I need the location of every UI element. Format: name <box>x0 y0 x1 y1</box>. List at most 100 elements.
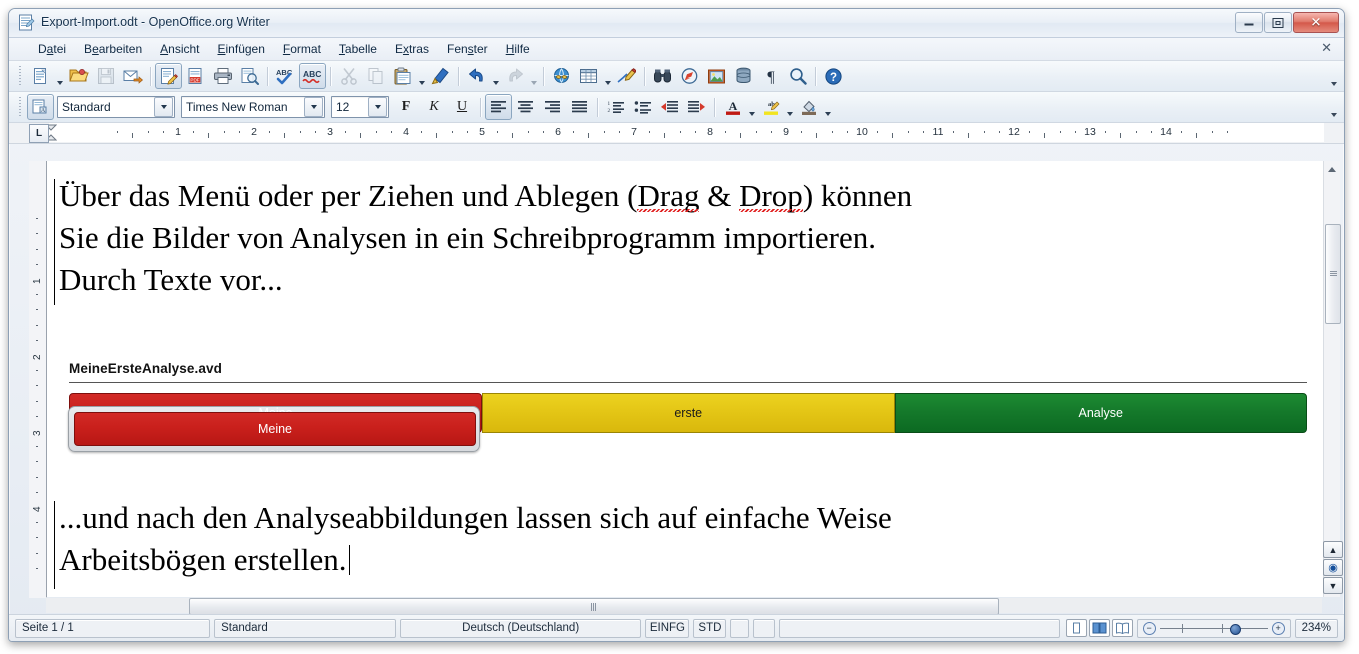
data-sources-button[interactable] <box>730 63 757 89</box>
menu-hilfe[interactable]: Hilfe <box>497 40 539 58</box>
segment-erste[interactable]: erste <box>482 393 895 433</box>
analysis-object[interactable]: MeineErsteAnalyse.avd Meine erste Analys… <box>68 361 1307 452</box>
segment-meine-selected[interactable]: Meine <box>74 412 476 446</box>
status-section[interactable] <box>779 618 1060 638</box>
underline-button[interactable]: U <box>448 94 476 120</box>
document-area[interactable]: Über das Menü oder per Ziehen und Ablege… <box>46 161 1324 597</box>
vertical-scrollbar[interactable] <box>1323 161 1341 597</box>
open-button[interactable] <box>65 63 92 89</box>
bullet-list-button[interactable] <box>629 94 656 120</box>
menu-extras[interactable]: Extras <box>386 40 438 58</box>
menu-bearbeiten[interactable]: Bearbeiten <box>75 40 151 58</box>
highlighting-button[interactable]: ab <box>757 94 784 120</box>
edit-file-button[interactable] <box>155 63 182 89</box>
autospellcheck-button[interactable]: ABC <box>299 63 326 89</box>
paste-button[interactable] <box>389 63 416 89</box>
vertical-ruler[interactable]: 1 2 3 4 <box>29 161 47 598</box>
zoom-slider-control[interactable]: − + <box>1136 618 1291 638</box>
horizontal-ruler[interactable]: 1 2 3 4 5 6 7 8 9 10 11 12 13 14 <box>49 123 1324 142</box>
align-center-button[interactable] <box>512 94 539 120</box>
zoom-slider-knob[interactable] <box>1229 623 1241 635</box>
status-zoom-level[interactable]: 234% <box>1294 618 1338 638</box>
background-color-dropdown[interactable] <box>822 92 833 122</box>
new-document-dropdown[interactable] <box>54 61 65 91</box>
close-button[interactable]: ✕ <box>1293 12 1339 33</box>
next-page-button[interactable]: ▼ <box>1323 577 1343 594</box>
menu-fenster[interactable]: Fenster <box>438 40 497 58</box>
font-name-dropdown-arrow[interactable] <box>304 97 323 117</box>
font-name-combo[interactable]: Times New Roman <box>181 96 325 118</box>
status-style[interactable]: Standard <box>214 618 396 638</box>
segment-analyse[interactable]: Analyse <box>894 393 1307 433</box>
print-button[interactable] <box>209 63 236 89</box>
vertical-scroll-thumb[interactable] <box>1325 224 1341 324</box>
status-selection-mode[interactable]: STD <box>693 618 727 638</box>
document-page[interactable]: Über das Menü oder per Ziehen und Ablege… <box>46 161 1324 597</box>
minimize-button[interactable] <box>1235 12 1263 33</box>
font-size-dropdown-arrow[interactable] <box>368 97 387 117</box>
horizontal-scroll-thumb[interactable] <box>189 598 999 615</box>
paragraph-style-button[interactable]: A <box>27 94 54 120</box>
formatting-toolbar-overflow[interactable] <box>1328 95 1340 121</box>
save-button[interactable] <box>92 63 119 89</box>
multi-page-view-button[interactable] <box>1088 619 1110 637</box>
status-language[interactable]: Deutsch (Deutschland) <box>399 618 642 638</box>
draw-functions-button[interactable] <box>613 63 640 89</box>
paragraph-style-combo[interactable]: Standard <box>57 96 175 118</box>
zoom-track[interactable] <box>1159 623 1268 635</box>
cut-button[interactable] <box>335 63 362 89</box>
find-replace-button[interactable] <box>649 63 676 89</box>
restore-button[interactable] <box>1264 12 1292 33</box>
menu-datei[interactable]: Datei <box>29 40 75 58</box>
menu-ansicht[interactable]: Ansicht <box>151 40 208 58</box>
formatting-marks-button[interactable]: ¶ <box>757 63 784 89</box>
font-size-combo[interactable]: 12 <box>331 96 389 118</box>
gallery-button[interactable] <box>703 63 730 89</box>
undo-button[interactable] <box>463 63 490 89</box>
book-view-button[interactable] <box>1111 619 1133 637</box>
horizontal-scrollbar[interactable] <box>46 598 1322 615</box>
italic-button[interactable]: K <box>420 94 448 120</box>
table-button[interactable] <box>575 63 602 89</box>
paragraph-2[interactable]: ...und nach den Analyseabbildungen lasse… <box>59 497 892 581</box>
navigator-button[interactable] <box>676 63 703 89</box>
numbered-list-button[interactable]: 1 2 <box>602 94 629 120</box>
status-modified[interactable] <box>730 618 750 638</box>
new-document-button[interactable] <box>27 63 54 89</box>
font-color-button[interactable]: A <box>719 94 746 120</box>
scroll-up-button[interactable] <box>1324 161 1340 177</box>
font-color-dropdown[interactable] <box>746 92 757 122</box>
align-left-button[interactable] <box>485 94 512 120</box>
paragraph-style-dropdown-arrow[interactable] <box>154 97 173 117</box>
paragraph-1[interactable]: Über das Menü oder per Ziehen und Ablege… <box>59 175 912 301</box>
status-insert-mode[interactable]: EINFG <box>645 618 690 638</box>
single-page-view-button[interactable] <box>1065 619 1087 637</box>
toolbar-grip[interactable] <box>17 97 24 117</box>
menu-format[interactable]: Format <box>274 40 330 58</box>
clone-formatting-button[interactable] <box>427 63 454 89</box>
align-right-button[interactable] <box>539 94 566 120</box>
background-color-button[interactable] <box>795 94 822 120</box>
spelling-check-button[interactable]: ABC <box>272 63 299 89</box>
menu-einfuegen[interactable]: Einfügen <box>209 40 274 58</box>
indent-markers-icon[interactable] <box>49 124 57 141</box>
status-page[interactable]: Seite 1 / 1 <box>15 618 211 638</box>
table-dropdown[interactable] <box>602 61 613 91</box>
navigation-selector-button[interactable]: ◉ <box>1323 559 1343 576</box>
zoom-button[interactable] <box>784 63 811 89</box>
zoom-out-button[interactable]: − <box>1142 621 1156 635</box>
increase-indent-button[interactable] <box>683 94 710 120</box>
decrease-indent-button[interactable] <box>656 94 683 120</box>
close-document-button[interactable]: ✕ <box>1321 41 1332 56</box>
redo-dropdown[interactable] <box>528 61 539 91</box>
menu-tabelle[interactable]: Tabelle <box>330 40 386 58</box>
standard-toolbar-overflow[interactable] <box>1328 64 1340 90</box>
print-preview-button[interactable] <box>236 63 263 89</box>
email-document-button[interactable] <box>119 63 146 89</box>
toolbar-grip[interactable] <box>17 66 24 86</box>
copy-button[interactable] <box>362 63 389 89</box>
previous-page-button[interactable]: ▲prev <box>1323 541 1343 558</box>
undo-dropdown[interactable] <box>490 61 501 91</box>
status-signature[interactable] <box>753 618 776 638</box>
tab-stop-selector[interactable]: L <box>29 124 49 143</box>
